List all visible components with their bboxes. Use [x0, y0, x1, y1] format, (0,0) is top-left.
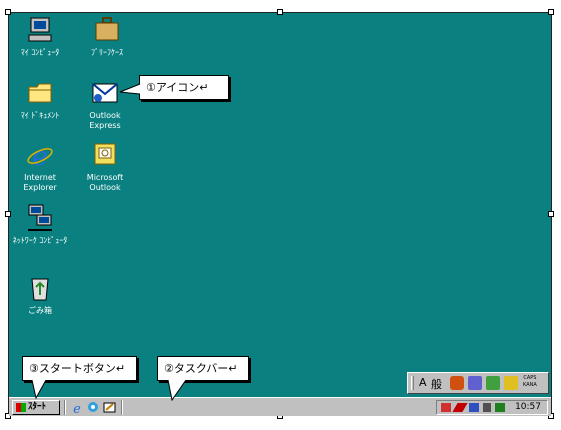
system-tray[interactable]: 10:57 — [436, 400, 548, 415]
ime-tool-icon[interactable] — [450, 376, 464, 390]
svg-text:e: e — [73, 402, 81, 414]
callout-taskbar-pointer — [167, 380, 187, 402]
callout-taskbar: ②タスクバー↵ — [157, 356, 249, 381]
desktop-icon-my-computer[interactable]: ﾏｲ ｺﾝﾋﾟｭｰﾀ — [11, 15, 69, 58]
start-button[interactable]: ｽﾀｰﾄ — [12, 400, 60, 415]
clock[interactable]: 10:57 — [515, 402, 541, 412]
ime-caps-label: CAPS — [523, 375, 537, 381]
taskbar-separator — [64, 400, 66, 415]
tray-pen-icon[interactable] — [452, 403, 468, 412]
desktop-icon-internet-explorer[interactable]: e Internet Explorer — [11, 140, 69, 193]
tray-tool-icon[interactable] — [441, 403, 451, 412]
start-button-label: ｽﾀｰﾄ — [28, 402, 47, 412]
taskbar-separator — [121, 400, 123, 415]
briefcase-icon — [92, 15, 122, 45]
computer-icon — [25, 15, 55, 45]
ime-grip[interactable] — [411, 376, 414, 390]
desktop — [9, 13, 551, 397]
microsoft-outlook-icon — [90, 140, 120, 170]
folder-icon — [25, 78, 55, 108]
ime-mode-label[interactable]: A — [419, 376, 427, 389]
svg-text:e: e — [32, 142, 47, 170]
callout-start-button-text: ③スタートボタン↵ — [29, 362, 126, 375]
callout-icon-pointer — [119, 83, 141, 95]
callout-start-button: ③スタートボタン↵ — [22, 356, 137, 381]
outlook-express-icon — [90, 78, 120, 108]
windows-logo-icon — [16, 403, 26, 412]
desktop-icon-label: ﾌﾞﾘｰﾌｹｰｽ — [91, 48, 123, 57]
quick-launch-channels-icon[interactable] — [87, 401, 100, 414]
ime-help-icon[interactable] — [504, 376, 518, 390]
tray-monitor-icon[interactable] — [469, 403, 479, 412]
desktop-icon-microsoft-outlook[interactable]: Microsoft Outlook — [76, 140, 134, 193]
quick-launch-show-desktop-icon[interactable] — [103, 401, 116, 414]
ime-kana-label: KANA — [523, 382, 537, 388]
desktop-icon-my-documents[interactable]: ﾏｲ ﾄﾞｷｭﾒﾝﾄ — [11, 78, 69, 121]
network-computer-icon — [25, 203, 55, 233]
desktop-icon-label: Outlook Express — [89, 111, 121, 130]
tray-network-icon[interactable] — [495, 403, 505, 412]
selection-handle[interactable] — [548, 9, 554, 15]
desktop-icon-label: ごみ箱 — [28, 306, 52, 315]
callout-icon: ①アイコン↵ — [139, 75, 229, 100]
desktop-icon-briefcase[interactable]: ﾌﾞﾘｰﾌｹｰｽ — [78, 15, 136, 58]
desktop-icon-label: ﾏｲ ﾄﾞｷｭﾒﾝﾄ — [20, 111, 60, 120]
ime-dictionary-icon[interactable] — [486, 376, 500, 390]
desktop-icon-label: ﾈｯﾄﾜｰｸ ｺﾝﾋﾟｭｰﾀ — [12, 236, 68, 245]
desktop-icon-network-computer[interactable]: ﾈｯﾄﾜｰｸ ｺﾝﾋﾟｭｰﾀ — [11, 203, 69, 246]
selection-handle[interactable] — [277, 9, 283, 15]
volume-icon[interactable] — [483, 403, 491, 412]
selection-handle[interactable] — [548, 211, 554, 217]
callout-icon-text: ①アイコン↵ — [146, 81, 209, 94]
desktop-icon-label: Microsoft Outlook — [86, 173, 124, 192]
desktop-icon-label: ﾏｲ ｺﾝﾋﾟｭｰﾀ — [20, 48, 60, 57]
ime-pad-icon[interactable] — [468, 376, 482, 390]
taskbar[interactable]: ｽﾀｰﾄ e 10:57 — [9, 397, 551, 416]
recycle-bin-icon — [25, 273, 55, 303]
ime-caps-kana: CAPS KANA — [523, 375, 537, 389]
internet-explorer-icon: e — [25, 140, 55, 172]
ime-toolbar[interactable]: A 般 CAPS KANA — [407, 372, 549, 394]
callout-taskbar-text: ②タスクバー↵ — [164, 362, 238, 375]
desktop-icon-label: Internet Explorer — [23, 173, 57, 192]
desktop-icon-recycle-bin[interactable]: ごみ箱 — [11, 273, 69, 316]
callout-start-button-pointer — [31, 380, 47, 400]
quick-launch-internet-explorer-icon[interactable]: e — [71, 401, 84, 414]
ime-kanji-label[interactable]: 般 — [431, 376, 442, 392]
